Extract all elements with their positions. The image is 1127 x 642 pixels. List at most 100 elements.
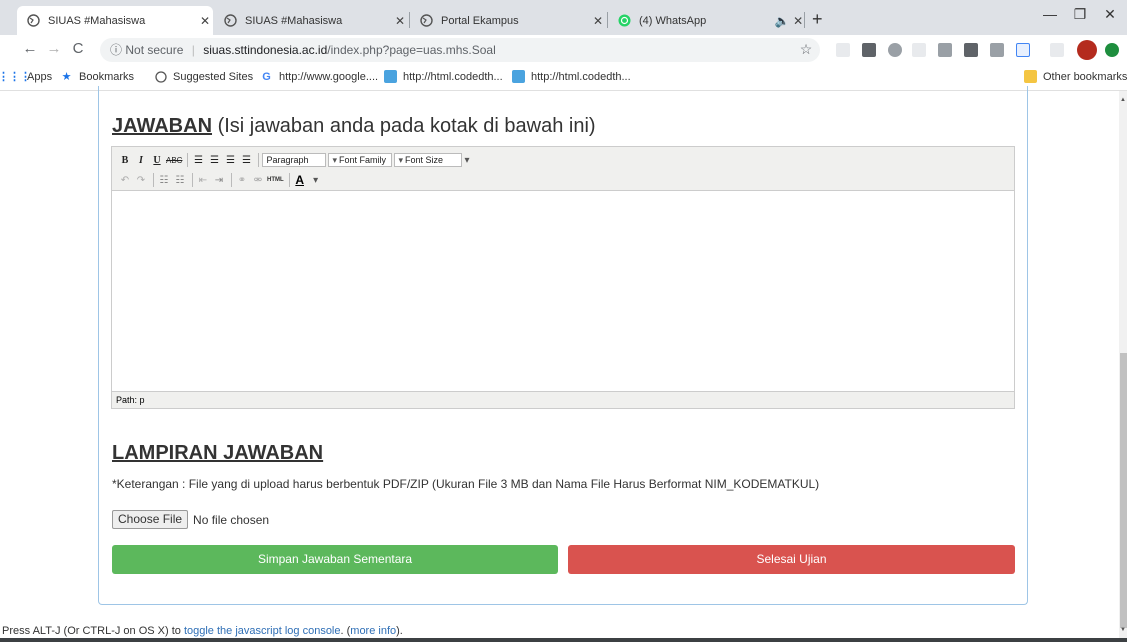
extension-icon[interactable] — [964, 43, 978, 57]
redo-icon[interactable]: ↷ — [134, 172, 148, 188]
bookmark-other[interactable]: Other bookmarks — [1024, 70, 1127, 83]
toggle-console-link[interactable]: toggle the javascript log console — [184, 625, 341, 637]
align-center-icon[interactable]: ☰ — [207, 152, 221, 168]
close-window-icon[interactable]: ✕ — [1095, 6, 1125, 23]
mute-close-icon[interactable]: 🔈 ✕ — [774, 14, 804, 28]
bookmark-suggested-sites[interactable]: Suggested Sites — [154, 70, 253, 83]
italic-icon[interactable]: I — [134, 152, 148, 168]
format-select-value: Paragraph — [266, 155, 309, 165]
unlink-icon[interactable]: ⚮ — [251, 172, 265, 188]
bookmark-label: http://html.codedth... — [403, 70, 503, 83]
bookmark-label: Other bookmarks — [1043, 70, 1127, 83]
link-icon[interactable]: ⚭ — [235, 172, 249, 188]
extension-icon[interactable] — [938, 43, 952, 57]
avatar[interactable] — [1077, 40, 1097, 60]
back-icon[interactable]: ← — [20, 40, 40, 57]
scroll-thumb[interactable] — [1120, 353, 1127, 628]
console-hint-text: . ( — [340, 625, 351, 637]
menu-extension-icon[interactable] — [1050, 43, 1064, 57]
undo-icon[interactable]: ↶ — [118, 172, 132, 188]
align-right-icon[interactable]: ☰ — [223, 152, 237, 168]
outdent-icon[interactable]: ⇤ — [196, 172, 210, 188]
bookmark-codedth-1[interactable]: http://html.codedth... — [384, 70, 503, 83]
url-host: siuas.sttindonesia.ac.id — [203, 43, 328, 57]
bullet-list-icon[interactable]: ☷ — [157, 172, 171, 188]
more-info-link[interactable]: more info — [350, 625, 396, 637]
console-hint: Press ALT-J (Or CTRL-J on OS X) to toggl… — [2, 625, 403, 637]
html-source-icon[interactable]: HTML — [267, 172, 284, 188]
chevron-down-icon: ▾ — [332, 154, 337, 165]
extension-icon[interactable] — [836, 43, 850, 57]
rich-text-editor: B I U ABC ☰ ☰ ☰ ☰ Paragraph ▾ Font Famil… — [111, 146, 1015, 409]
file-picker: Choose File No file chosen — [112, 510, 269, 529]
format-select[interactable]: Paragraph — [262, 153, 327, 167]
extension-icon[interactable] — [912, 43, 926, 57]
bookmark-label: http://www.google.... — [279, 70, 379, 83]
editor-text-area[interactable] — [112, 191, 1014, 391]
close-icon[interactable]: ✕ — [590, 14, 606, 28]
align-justify-icon[interactable]: ☰ — [239, 152, 253, 168]
tab-portal-ekampus[interactable]: Portal Ekampus ✕ — [410, 6, 606, 35]
font-size-select-value: Font Size — [404, 155, 444, 165]
strikethrough-icon[interactable]: ABC — [166, 152, 182, 168]
bottom-edge — [0, 638, 1127, 642]
toolbar-divider — [288, 173, 290, 187]
tab-whatsapp[interactable]: (4) WhatsApp 🔈 ✕ — [608, 6, 804, 35]
console-hint-text: Press ALT-J (Or CTRL-J on OS X) to — [2, 625, 184, 637]
align-left-icon[interactable]: ☰ — [191, 152, 205, 168]
bookmark-star-icon[interactable]: ☆ — [796, 41, 816, 58]
chevron-down-icon: ▾ — [398, 154, 403, 165]
indent-icon[interactable]: ⇥ — [212, 172, 226, 188]
choose-file-button[interactable]: Choose File — [112, 510, 189, 529]
update-icon[interactable] — [1105, 43, 1119, 57]
bookmark-apps[interactable]: ⋮⋮⋮ Apps — [0, 70, 53, 84]
scroll-down-icon[interactable]: ▼ — [1120, 627, 1126, 633]
close-icon[interactable]: ✕ — [197, 14, 213, 28]
new-tab-icon[interactable]: + — [812, 9, 823, 30]
bookmark-label: Apps — [27, 70, 53, 83]
bookmark-bookmarks[interactable]: ★ Bookmarks — [60, 70, 135, 84]
bold-icon[interactable]: B — [118, 152, 132, 168]
tab-siuas-1[interactable]: SIUAS #Mahasiswa ✕ — [17, 6, 213, 35]
chevron-down-icon[interactable]: ▾ — [464, 155, 469, 166]
bookmark-label: Bookmarks — [79, 70, 135, 83]
console-hint-text: ). — [396, 625, 403, 637]
forward-icon[interactable]: → — [44, 40, 64, 57]
browser-toolbar: ← → C ⓘ Not secure | siuas.sttindonesia.… — [0, 35, 1127, 65]
maximize-icon[interactable]: ❐ — [1065, 6, 1095, 23]
globe-icon — [224, 14, 237, 27]
bookmark-codedth-2[interactable]: http://html.codedth... — [512, 70, 631, 83]
extension-icon[interactable] — [990, 43, 1004, 57]
toolbar-divider — [258, 153, 260, 167]
link-extension-icon[interactable] — [1016, 43, 1030, 57]
globe-icon — [420, 14, 433, 27]
security-label: Not secure — [125, 43, 184, 57]
font-size-select[interactable]: ▾ Font Size — [394, 153, 463, 167]
font-family-select-value: Font Family — [338, 155, 386, 165]
bookmark-google[interactable]: G http://www.google.... — [260, 70, 378, 83]
font-family-select[interactable]: ▾ Font Family — [328, 153, 393, 167]
finish-exam-button[interactable]: Selesai Ujian — [568, 545, 1015, 574]
minimize-icon[interactable]: — — [1035, 6, 1065, 22]
scroll-up-icon[interactable]: ▲ — [1120, 97, 1126, 103]
url-path: /index.php?page=uas.mhs.Soal — [327, 43, 496, 57]
tab-siuas-2[interactable]: SIUAS #Mahasiswa ✕ — [214, 6, 408, 35]
attachment-note: *Keterangan : File yang di upload harus … — [112, 477, 820, 491]
numbered-list-icon[interactable]: ☷ — [173, 172, 187, 188]
extension-icon[interactable] — [888, 43, 902, 57]
folder-icon — [1024, 70, 1037, 83]
underline-icon[interactable]: U — [150, 152, 164, 168]
address-divider: | — [191, 43, 195, 57]
page-content: JAWABAN (Isi jawaban anda pada kotak di … — [0, 86, 1119, 639]
text-color-icon[interactable]: A — [293, 172, 307, 188]
chevron-down-icon[interactable]: ▾ — [309, 172, 323, 188]
extension-icon[interactable] — [862, 43, 876, 57]
reload-icon[interactable]: C — [68, 40, 88, 57]
page-scrollbar[interactable]: ▲ ▼ — [1119, 91, 1127, 638]
close-icon[interactable]: ✕ — [392, 14, 408, 28]
tab-title: SIUAS #Mahasiswa — [245, 14, 343, 27]
address-bar[interactable]: ⓘ Not secure | siuas.sttindonesia.ac.id/… — [100, 38, 820, 62]
globe-icon — [27, 14, 40, 27]
info-icon[interactable]: ⓘ — [110, 43, 122, 57]
save-draft-button[interactable]: Simpan Jawaban Sementara — [112, 545, 558, 574]
